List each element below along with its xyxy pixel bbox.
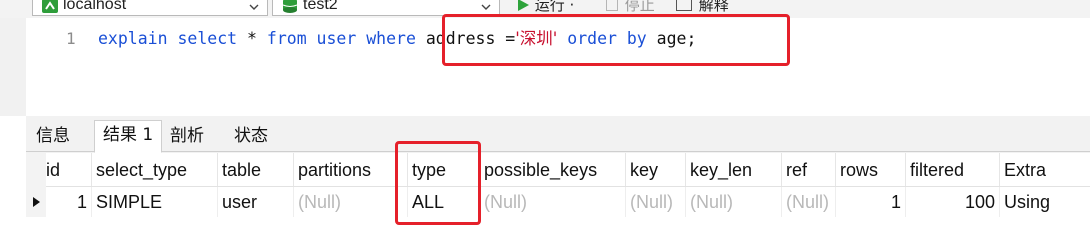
grid-header: id select_type table partitions type pos… bbox=[26, 153, 1090, 187]
column-header-possible-keys[interactable]: possible_keys bbox=[480, 153, 626, 186]
current-row-arrow-icon bbox=[33, 197, 40, 207]
column-header-select-type[interactable]: select_type bbox=[92, 153, 218, 186]
column-header-partitions[interactable]: partitions bbox=[294, 153, 408, 186]
cell-select-type[interactable]: SIMPLE bbox=[92, 187, 218, 217]
connection-icon bbox=[41, 0, 59, 13]
result-tabs: 信息 结果 1 剖析 状态 bbox=[26, 116, 1090, 153]
connection-select[interactable]: localhost bbox=[32, 0, 268, 16]
tab-result-1[interactable]: 结果 1 bbox=[94, 120, 163, 153]
tab-profile[interactable]: 剖析 bbox=[162, 122, 212, 152]
highlight-where-clause bbox=[442, 14, 790, 66]
star-token: * bbox=[237, 29, 267, 48]
keyword-explain-select: explain select bbox=[98, 29, 238, 48]
column-header-table[interactable]: table bbox=[218, 153, 294, 186]
column-header-key-len[interactable]: key_len bbox=[686, 153, 782, 186]
result-grid: id select_type table partitions type pos… bbox=[26, 153, 1090, 233]
run-label: 运行 · bbox=[534, 0, 575, 14]
chevron-down-icon bbox=[249, 0, 259, 10]
cell-id[interactable]: 1 bbox=[42, 187, 92, 217]
column-header-key[interactable]: key bbox=[626, 153, 686, 186]
tab-info[interactable]: 信息 bbox=[28, 122, 78, 152]
cell-filtered[interactable]: 100 bbox=[906, 187, 1000, 217]
explain-label: 解释 bbox=[698, 0, 729, 14]
highlight-type-column bbox=[395, 141, 481, 225]
database-icon bbox=[281, 0, 299, 13]
cell-key[interactable]: (Null) bbox=[626, 187, 686, 217]
column-header-filtered[interactable]: filtered bbox=[906, 153, 1000, 186]
line-number: 1 bbox=[66, 29, 76, 48]
column-header-ref[interactable]: ref bbox=[782, 153, 836, 186]
cell-table[interactable]: user bbox=[218, 187, 294, 217]
database-label: test2 bbox=[303, 0, 338, 13]
connection-label: localhost bbox=[63, 0, 127, 13]
cell-extra[interactable]: Using bbox=[1000, 187, 1090, 217]
result-panel: 信息 结果 1 剖析 状态 id select_type table parti… bbox=[26, 116, 1090, 233]
keyword-from-user-where: from user where bbox=[266, 29, 416, 48]
cell-possible-keys[interactable]: (Null) bbox=[480, 187, 626, 217]
column-header-id[interactable]: id bbox=[42, 153, 92, 186]
cell-key-len[interactable]: (Null) bbox=[686, 187, 782, 217]
cell-rows[interactable]: 1 bbox=[836, 187, 906, 217]
chevron-down-icon bbox=[481, 0, 491, 10]
cell-partitions[interactable]: (Null) bbox=[294, 187, 408, 217]
left-panel-edge bbox=[0, 18, 26, 116]
column-header-rows[interactable]: rows bbox=[836, 153, 906, 186]
stop-label: 停止 bbox=[624, 0, 655, 14]
tab-status[interactable]: 状态 bbox=[226, 122, 276, 152]
column-header-extra[interactable]: Extra bbox=[1000, 153, 1090, 186]
stop-icon bbox=[606, 0, 618, 11]
table-row[interactable]: 1 SIMPLE user (Null) ALL (Null) (Null) (… bbox=[26, 187, 1090, 217]
cell-ref[interactable]: (Null) bbox=[782, 187, 836, 217]
explain-icon bbox=[676, 0, 692, 11]
